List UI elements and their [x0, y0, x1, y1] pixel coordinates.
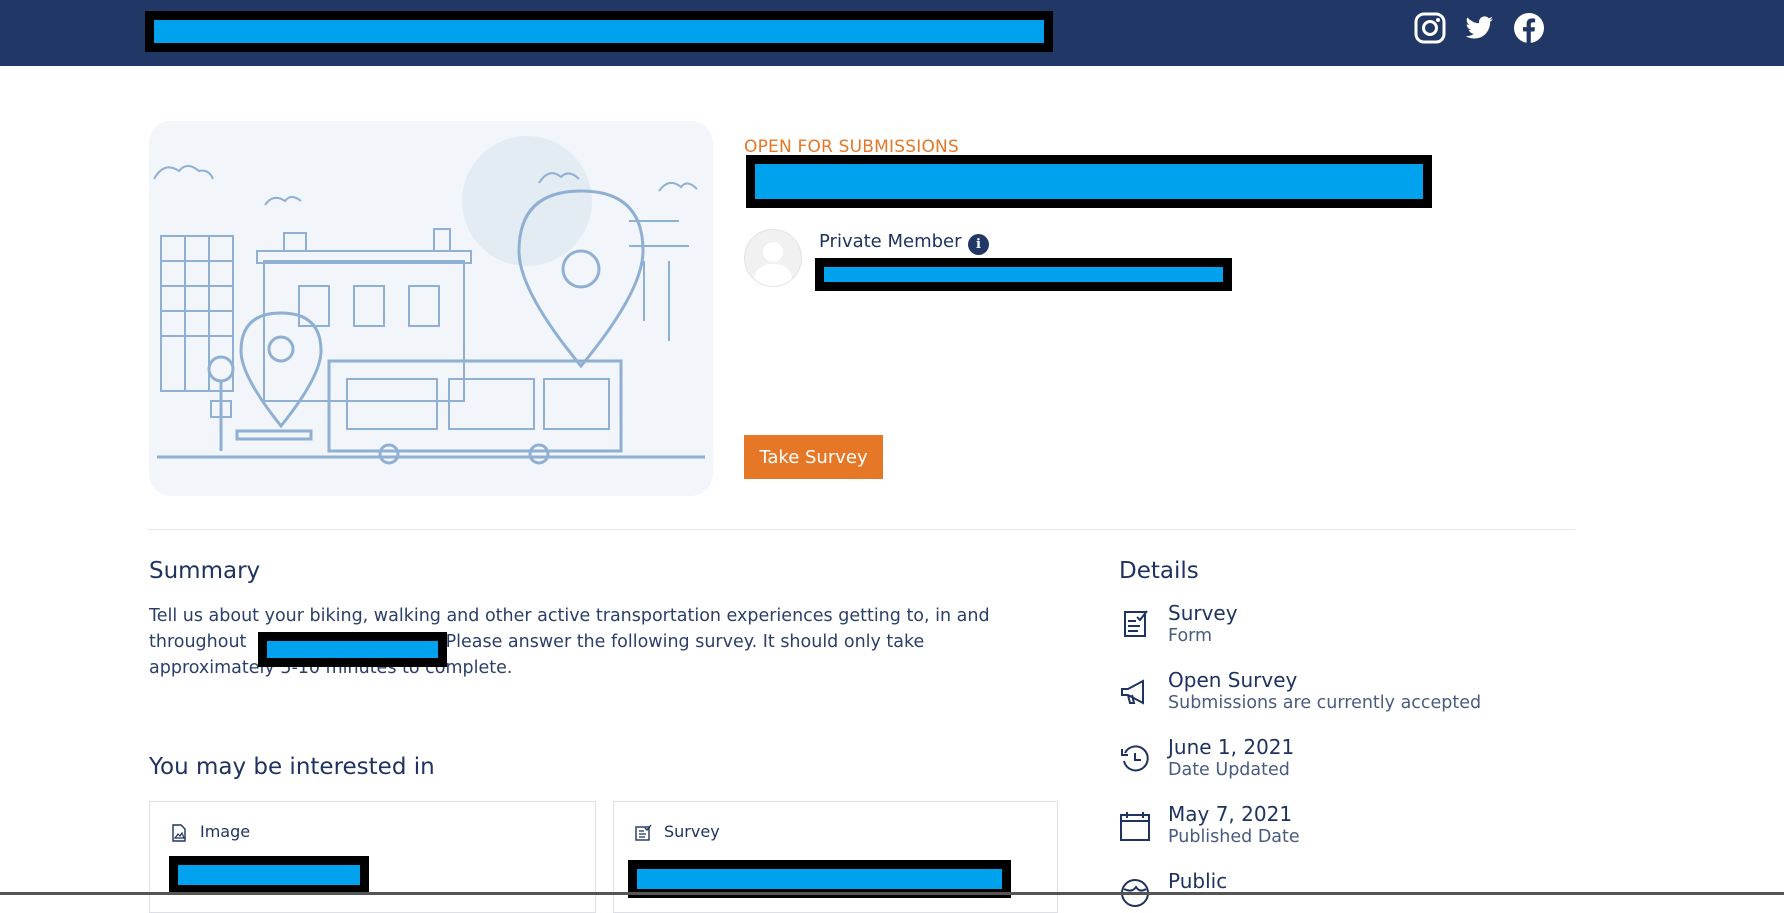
form-checklist-icon: [1124, 610, 1148, 637]
avatar: [744, 229, 802, 287]
survey-title-redacted: [746, 155, 1432, 208]
related-card-image[interactable]: Image: [149, 801, 596, 913]
megaphone-icon: [1121, 679, 1144, 705]
detail-status-sub: Submissions are currently accepted: [1168, 693, 1482, 713]
detail-status-title: Open Survey: [1168, 668, 1298, 692]
survey-status-label: OPEN FOR SUBMISSIONS: [744, 137, 959, 157]
detail-updated-title: June 1, 2021: [1168, 735, 1295, 759]
card-title-redacted[interactable]: [169, 856, 369, 894]
history-icon: [1121, 745, 1149, 772]
detail-published-title: May 7, 2021: [1168, 802, 1293, 826]
site-title-redacted[interactable]: [145, 11, 1053, 52]
twitter-icon[interactable]: [1462, 11, 1496, 45]
location-name-redacted: [258, 632, 447, 667]
info-icon[interactable]: i: [968, 234, 989, 255]
detail-type-title: Survey: [1168, 601, 1238, 625]
section-divider: [148, 529, 1575, 530]
author-org-redacted: [815, 258, 1232, 291]
detail-updated-sub: Date Updated: [1168, 760, 1290, 780]
related-heading: You may be interested in: [149, 754, 435, 780]
city-bus-illustration: [153, 136, 705, 465]
detail-published-sub: Published Date: [1168, 827, 1300, 847]
card-type-label: Survey: [664, 822, 720, 841]
detail-type-sub: Form: [1168, 626, 1213, 646]
facebook-icon[interactable]: [1512, 11, 1546, 45]
top-header-bar: [0, 0, 1784, 66]
survey-hero-illustration: [149, 121, 713, 496]
details-heading: Details: [1119, 558, 1199, 584]
summary-heading: Summary: [149, 558, 261, 584]
detail-visibility-title: Public: [1168, 869, 1228, 893]
user-silhouette-icon: [753, 242, 793, 286]
take-survey-button[interactable]: Take Survey: [744, 435, 883, 479]
related-card-survey[interactable]: Survey: [613, 801, 1058, 913]
survey-icon: [635, 824, 652, 841]
image-icon: [172, 824, 186, 842]
calendar-icon: [1120, 812, 1150, 841]
instagram-icon[interactable]: [1413, 11, 1447, 45]
card-type-label: Image: [200, 822, 251, 841]
author-name: Private Member: [819, 231, 962, 252]
